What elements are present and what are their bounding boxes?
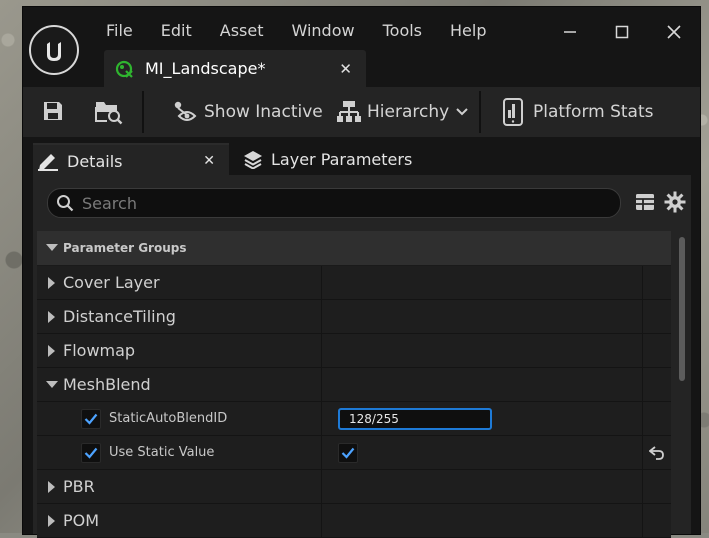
title-bar: File Edit Asset Window Tools Help MI_Lan… <box>23 7 700 87</box>
use-static-value-checkbox[interactable] <box>338 442 358 463</box>
value-cell <box>322 300 643 333</box>
hierarchy-dropdown[interactable]: Hierarchy <box>337 100 469 124</box>
value-cell <box>322 368 643 401</box>
show-inactive-icon <box>174 101 197 121</box>
save-button[interactable] <box>41 99 65 123</box>
toolbar-separator <box>142 91 144 133</box>
platform-stats-icon <box>503 98 523 126</box>
panel-tab-bar: Details ✕ Layer Parameters <box>23 139 700 177</box>
platform-stats-button[interactable]: Platform Stats <box>503 98 654 126</box>
reset-to-default-button[interactable] <box>643 436 671 469</box>
group-label: POM <box>63 511 100 530</box>
toolbar-separator <box>479 91 481 133</box>
document-tab-mi-landscape[interactable]: MI_Landscape* ✕ <box>104 50 366 87</box>
expand-arrow-icon <box>41 480 63 493</box>
static-auto-blend-id-input[interactable] <box>338 407 492 430</box>
group-label: Cover Layer <box>63 273 160 292</box>
group-label: MeshBlend <box>63 375 151 394</box>
parameter-list: Parameter Groups Cover Layer DistanceTil… <box>37 231 671 538</box>
material-instance-editor-window: File Edit Asset Window Tools Help MI_Lan… <box>22 6 701 538</box>
show-inactive-button[interactable]: Show Inactive <box>173 100 323 124</box>
chevron-down-icon <box>456 108 468 116</box>
hierarchy-icon <box>337 101 361 122</box>
close-window-button[interactable] <box>648 19 700 45</box>
group-row-cover-layer[interactable]: Cover Layer <box>37 266 671 300</box>
save-icon <box>44 102 62 120</box>
menu-edit[interactable]: Edit <box>161 21 192 40</box>
tab-layer-parameters[interactable]: Layer Parameters <box>241 143 441 175</box>
document-tab-label: MI_Landscape* <box>145 59 266 78</box>
expand-arrow-icon <box>41 514 63 527</box>
details-pencil-icon <box>38 154 58 171</box>
menu-bar: File Edit Asset Window Tools Help <box>103 21 515 40</box>
group-label: PBR <box>63 477 95 496</box>
group-row-flowmap[interactable]: Flowmap <box>37 334 671 368</box>
parameter-groups-label: Parameter Groups <box>63 241 187 255</box>
tab-details[interactable]: Details ✕ <box>33 143 229 177</box>
tab-layer-parameters-label: Layer Parameters <box>271 149 413 169</box>
value-cell <box>322 504 643 537</box>
browse-folder-search-icon <box>95 102 123 125</box>
maximize-icon <box>615 25 629 39</box>
document-tab-close-icon[interactable]: ✕ <box>339 60 352 78</box>
tab-details-label: Details <box>67 151 123 171</box>
details-panel: Parameter Groups Cover Layer DistanceTil… <box>33 175 691 538</box>
unreal-logo-icon[interactable] <box>29 25 79 75</box>
menu-help[interactable]: Help <box>450 21 486 40</box>
search-input[interactable] <box>80 192 584 214</box>
value-cell <box>322 334 643 367</box>
vertical-scrollbar[interactable] <box>679 237 685 381</box>
group-row-distance-tiling[interactable]: DistanceTiling <box>37 300 671 334</box>
checkmark-icon <box>341 447 355 459</box>
search-icon <box>57 195 74 212</box>
group-label: Flowmap <box>63 341 136 360</box>
table-view-icon[interactable] <box>635 192 655 212</box>
expand-arrow-icon <box>41 344 63 357</box>
platform-stats-label: Platform Stats <box>533 102 654 122</box>
param-row-static-auto-blend-id: StaticAutoBlendID <box>37 402 671 436</box>
minimize-button[interactable] <box>544 19 596 45</box>
param-label: StaticAutoBlendID <box>109 411 228 426</box>
settings-gear-icon[interactable] <box>664 191 686 213</box>
menu-tools[interactable]: Tools <box>383 21 422 40</box>
material-instance-icon <box>115 60 133 78</box>
group-row-pbr[interactable]: PBR <box>37 470 671 504</box>
expand-arrow-icon <box>41 276 63 289</box>
value-cell <box>322 470 643 503</box>
browse-button[interactable] <box>95 99 123 125</box>
menu-asset[interactable]: Asset <box>220 21 264 40</box>
search-row <box>33 175 691 229</box>
close-icon <box>667 25 681 39</box>
param-enable-checkbox[interactable] <box>81 408 101 429</box>
minimize-icon <box>564 31 576 33</box>
expand-arrow-icon <box>41 310 63 323</box>
menu-window[interactable]: Window <box>292 21 355 40</box>
search-box <box>47 188 621 218</box>
checkmark-icon <box>84 447 98 459</box>
reset-arrow-icon <box>649 445 664 460</box>
group-row-meshblend[interactable]: MeshBlend <box>37 368 671 402</box>
collapse-arrow-icon <box>41 244 63 252</box>
collapse-arrow-icon <box>41 380 63 389</box>
checkmark-icon <box>84 413 98 425</box>
window-controls <box>544 19 700 45</box>
hierarchy-label: Hierarchy <box>367 102 450 122</box>
show-inactive-label: Show Inactive <box>204 102 323 122</box>
param-row-use-static-value: Use Static Value <box>37 436 671 470</box>
value-cell <box>322 266 643 299</box>
menu-file[interactable]: File <box>106 21 133 40</box>
toolbar: Show Inactive Hierarchy Platform Stats <box>23 87 700 137</box>
tab-details-close-icon[interactable]: ✕ <box>203 153 215 169</box>
maximize-button[interactable] <box>596 19 648 45</box>
param-enable-checkbox[interactable] <box>81 442 101 463</box>
layers-icon <box>244 151 262 169</box>
parameter-groups-header[interactable]: Parameter Groups <box>37 231 671 266</box>
param-label: Use Static Value <box>109 445 215 460</box>
group-label: DistanceTiling <box>63 307 176 326</box>
